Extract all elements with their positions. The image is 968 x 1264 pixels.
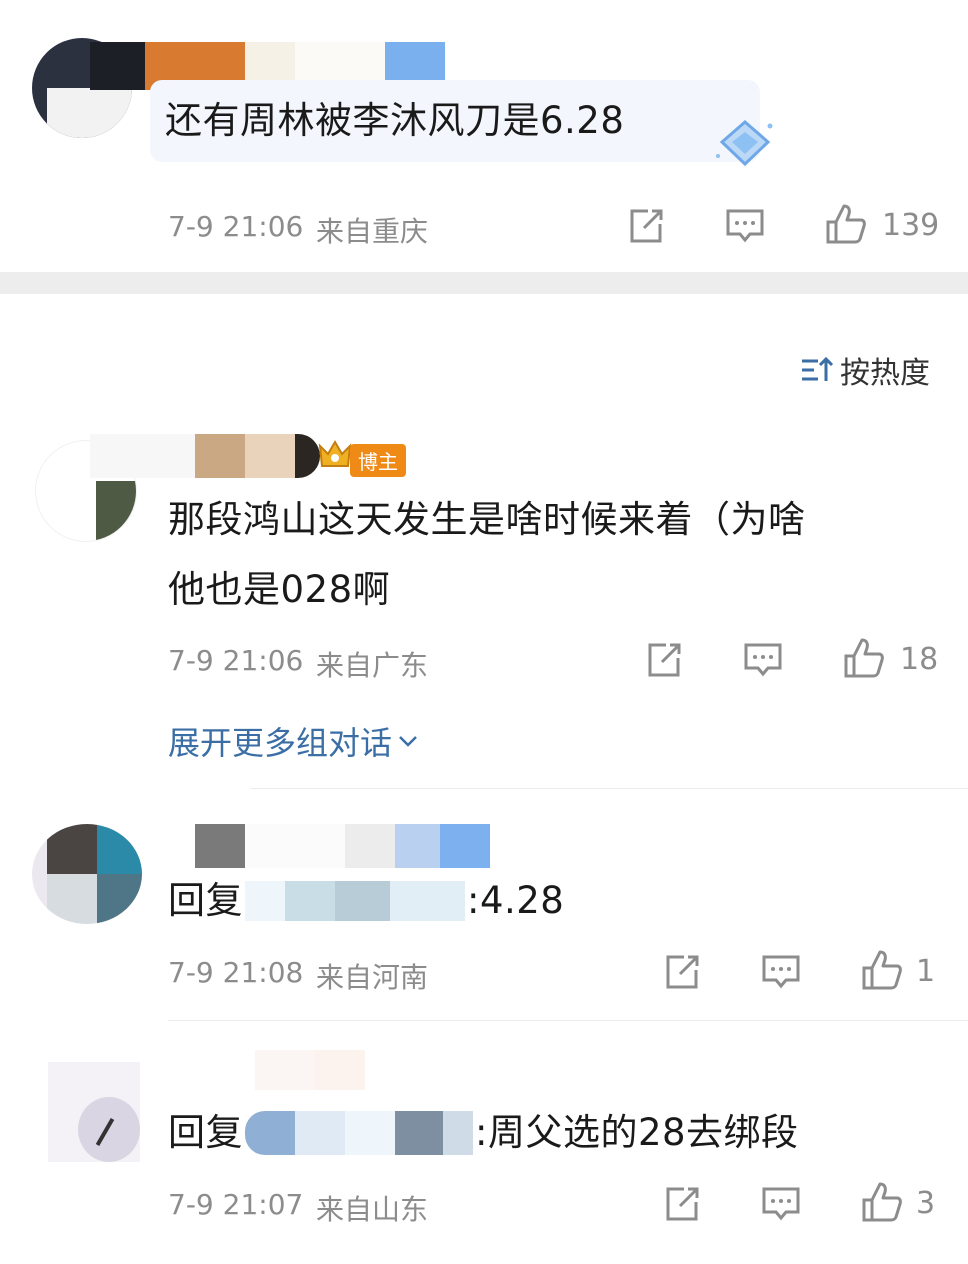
like-count: 18: [900, 642, 939, 677]
expand-label: 展开更多组对话: [168, 724, 393, 762]
chevron-down-icon: [398, 734, 418, 748]
blogger-badge: 博主: [350, 444, 406, 477]
share-icon[interactable]: [644, 640, 684, 680]
reply-text: :周父选的28去绑段: [475, 1111, 799, 1154]
like-count: 139: [882, 208, 940, 243]
comment-icon[interactable]: [760, 1184, 802, 1224]
comment-icon[interactable]: [724, 206, 766, 246]
share-icon[interactable]: [626, 206, 666, 246]
section-divider: [0, 272, 968, 294]
like-count: 3: [916, 1186, 936, 1221]
sort-toggle[interactable]: 按热度: [800, 348, 930, 392]
mention-redacted[interactable]: [245, 1111, 473, 1155]
like-icon[interactable]: [860, 1180, 904, 1224]
mention-redacted[interactable]: [245, 881, 465, 921]
comment-time: 7-9 21:06: [168, 644, 304, 677]
sort-label: 按热度: [840, 356, 930, 391]
reply-prefix: 回复: [168, 879, 243, 922]
comment-location: 来自重庆: [316, 215, 429, 248]
share-icon[interactable]: [662, 1184, 702, 1224]
comment-text: 回复 :4.28: [168, 866, 564, 936]
diamond-icon: [712, 118, 778, 168]
like-count: 1: [916, 954, 936, 989]
avatar[interactable]: [32, 824, 142, 924]
comment-1: 还有周林被李沐风刀是6.28 7-9 21:06 来自重庆 139: [0, 0, 968, 272]
comment-location: 来自河南: [316, 961, 429, 994]
comment-time: 7-9 21:08: [168, 956, 304, 989]
like-icon[interactable]: [842, 636, 886, 680]
comment-location: 来自广东: [316, 649, 429, 682]
comment-icon[interactable]: [760, 952, 802, 992]
reply-text: :4.28: [467, 879, 565, 922]
comment-location: 来自山东: [316, 1193, 429, 1226]
username-redacted[interactable]: [90, 434, 320, 478]
comment-text-line2: 他也是028啊: [168, 568, 391, 611]
comment-time: 7-9 21:07: [168, 1188, 304, 1221]
share-icon[interactable]: [662, 952, 702, 992]
like-icon[interactable]: [860, 948, 904, 992]
reply-prefix: 回复: [168, 1111, 243, 1154]
sort-icon: [800, 355, 834, 385]
comment-text: 还有周林被李沐风刀是6.28: [165, 99, 625, 142]
like-icon[interactable]: [824, 202, 868, 246]
comment-icon[interactable]: [742, 640, 784, 680]
comment-time: 7-9 21:06: [168, 210, 304, 243]
comment-text: 回复 :周父选的28去绑段: [168, 1098, 799, 1168]
divider: [250, 788, 968, 789]
comment-text: 那段鸿山这天发生是啥时候来着（为啥 他也是028啊: [168, 485, 806, 625]
crown-icon: [318, 436, 352, 474]
avatar[interactable]: [48, 1062, 140, 1162]
username-redacted[interactable]: [255, 1050, 440, 1090]
divider: [168, 1020, 968, 1021]
expand-conversation-link[interactable]: 展开更多组对话: [168, 718, 418, 764]
username-redacted[interactable]: [195, 824, 490, 868]
comment-text-line1: 那段鸿山这天发生是啥时候来着（为啥: [168, 498, 806, 541]
